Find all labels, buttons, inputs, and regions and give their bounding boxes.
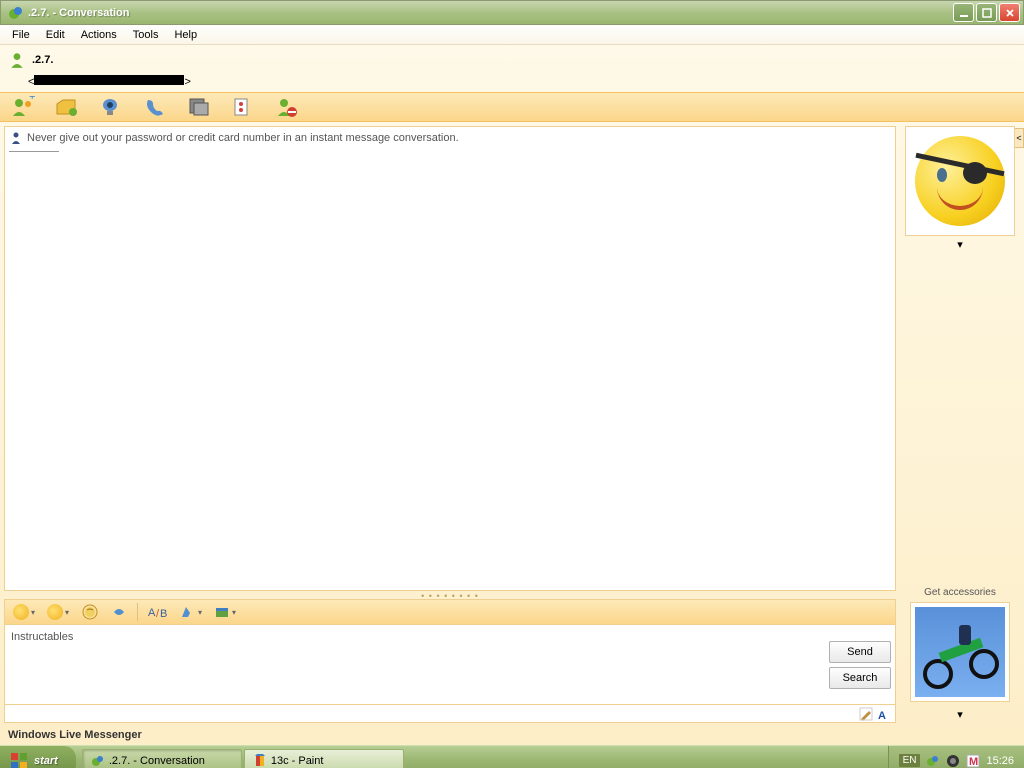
menu-actions[interactable]: Actions <box>73 27 125 43</box>
emoticon-button[interactable]: ▾ <box>11 602 37 622</box>
svg-text:B: B <box>160 608 167 619</box>
call-icon[interactable] <box>142 95 168 119</box>
send-file-icon[interactable] <box>54 95 80 119</box>
taskbar-item-paint[interactable]: 13c - Paint <box>244 749 404 768</box>
format-icons-row: A <box>4 705 896 723</box>
games-icon[interactable] <box>230 95 256 119</box>
contact-avatar-menu[interactable]: ▾ <box>900 236 1020 253</box>
pirate-smiley-icon <box>915 136 1005 226</box>
block-icon[interactable] <box>274 95 300 119</box>
compose-area: Instructables Send Search <box>4 625 896 705</box>
dirtbike-image <box>915 607 1005 697</box>
nudge-button[interactable] <box>109 602 129 622</box>
handwrite-icon[interactable] <box>859 707 873 721</box>
font-button[interactable]: A/B <box>146 603 170 621</box>
accessories-link[interactable]: Get accessories <box>900 579 1020 602</box>
send-button[interactable]: Send <box>829 641 891 663</box>
action-toolbar: + <box>0 92 1024 122</box>
taskbar-item-conversation[interactable]: .2.7. - Conversation <box>82 749 242 768</box>
message-input[interactable]: Instructables <box>5 625 825 704</box>
window-title: .2.7. - Conversation <box>28 7 951 19</box>
menu-edit[interactable]: Edit <box>38 27 73 43</box>
minimize-button[interactable] <box>953 3 974 22</box>
contact-email: <> <box>0 75 1024 88</box>
tray-m-icon[interactable]: M <box>966 754 980 768</box>
font-format-icon[interactable]: A <box>877 707 891 721</box>
voice-clip-button[interactable] <box>79 602 101 622</box>
conversation-area: Never give out your password or credit c… <box>4 126 896 591</box>
tray-icon[interactable] <box>946 754 960 768</box>
background-button[interactable]: ▾ <box>178 603 204 621</box>
contact-status-icon <box>8 51 26 69</box>
collapse-panel-button[interactable]: < <box>1014 128 1024 148</box>
self-avatar-menu[interactable]: ▾ <box>900 706 1020 723</box>
svg-text:A: A <box>878 710 886 721</box>
packs-button[interactable]: ▾ <box>212 603 238 621</box>
svg-text:A: A <box>148 607 156 619</box>
start-button[interactable]: start <box>0 746 76 768</box>
menu-bar: File Edit Actions Tools Help <box>0 25 1024 45</box>
warning-text: Never give out your password or credit c… <box>27 132 459 144</box>
start-label: start <box>34 755 58 767</box>
menu-tools[interactable]: Tools <box>125 27 167 43</box>
close-button[interactable] <box>999 3 1020 22</box>
menu-help[interactable]: Help <box>166 27 205 43</box>
splitter[interactable]: • • • • • • • • <box>4 591 896 599</box>
separator-line <box>9 151 59 152</box>
contact-name: .2.7. <box>32 54 53 66</box>
menu-file[interactable]: File <box>4 27 38 43</box>
maximize-button[interactable] <box>976 3 997 22</box>
activities-icon[interactable] <box>186 95 212 119</box>
compose-toolbar: ▾ ▾ A/B ▾ ▾ <box>4 599 896 625</box>
system-tray: EN M 15:26 <box>888 746 1024 768</box>
taskbar-item-label: .2.7. - Conversation <box>109 755 205 767</box>
windows-logo-icon <box>10 752 28 768</box>
window-titlebar: .2.7. - Conversation <box>0 0 1024 25</box>
search-button[interactable]: Search <box>829 667 891 689</box>
self-avatar[interactable] <box>910 602 1010 702</box>
warning-icon <box>9 131 23 145</box>
language-indicator[interactable]: EN <box>899 754 921 767</box>
clock[interactable]: 15:26 <box>986 755 1014 767</box>
wink-button[interactable]: ▾ <box>45 602 71 622</box>
invite-icon[interactable]: + <box>10 95 36 119</box>
taskbar-item-label: 13c - Paint <box>271 755 324 767</box>
redacted-email <box>34 75 184 85</box>
svg-text:+: + <box>29 96 35 103</box>
webcam-icon[interactable] <box>98 95 124 119</box>
contact-header: .2.7. <box>0 45 1024 75</box>
status-bar-text: Windows Live Messenger <box>0 727 1024 745</box>
svg-text:M: M <box>969 756 978 768</box>
app-icon <box>8 5 24 21</box>
tray-messenger-icon[interactable] <box>926 754 940 768</box>
taskbar: start .2.7. - Conversation 13c - Paint E… <box>0 745 1024 768</box>
contact-avatar[interactable] <box>905 126 1015 236</box>
